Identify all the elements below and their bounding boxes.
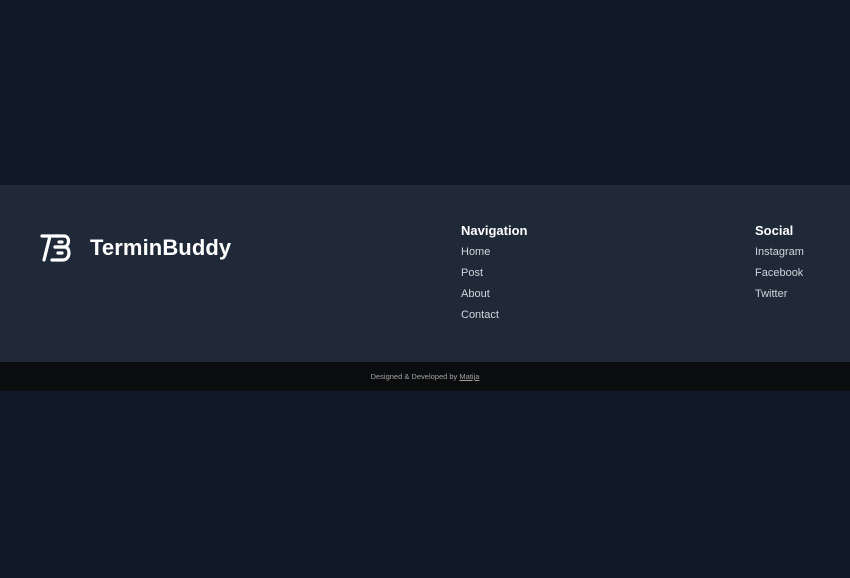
author-link[interactable]: Matija — [459, 372, 479, 381]
social-link-twitter[interactable]: Twitter — [755, 288, 787, 300]
navigation-item: Contact — [461, 307, 527, 328]
navigation-item: About — [461, 286, 527, 307]
credits-text: Designed & Developed by — [370, 372, 458, 381]
nav-link-about[interactable]: About — [461, 288, 490, 300]
navigation-heading: Navigation — [461, 223, 528, 238]
social-link-facebook[interactable]: Facebook — [755, 267, 803, 279]
brand[interactable]: TerminBuddy — [40, 233, 231, 263]
page: TerminBuddy Navigation Home Post About C… — [0, 0, 850, 578]
brand-name: TerminBuddy — [90, 235, 232, 260]
credits-bar: Designed & Developed by Matija — [0, 362, 850, 391]
navigation-item: Post — [461, 265, 527, 286]
navigation-item: Home — [461, 244, 527, 265]
nav-link-contact[interactable]: Contact — [461, 309, 499, 321]
social-list: Instagram Facebook Twitter — [755, 244, 804, 307]
social-link-instagram[interactable]: Instagram — [755, 246, 804, 258]
social-item: Facebook — [755, 265, 804, 286]
social-item: Instagram — [755, 244, 804, 265]
social-item: Twitter — [755, 286, 804, 307]
footer-navigation: Navigation Home Post About Contact — [461, 223, 527, 328]
social-heading: Social — [755, 223, 794, 238]
nav-link-post[interactable]: Post — [461, 267, 483, 279]
nav-link-home[interactable]: Home — [461, 246, 490, 258]
navigation-list: Home Post About Contact — [461, 244, 527, 328]
footer-social: Social Instagram Facebook Twitter — [755, 223, 804, 307]
tb-logo-icon — [40, 234, 71, 262]
site-footer: TerminBuddy Navigation Home Post About C… — [0, 185, 850, 362]
